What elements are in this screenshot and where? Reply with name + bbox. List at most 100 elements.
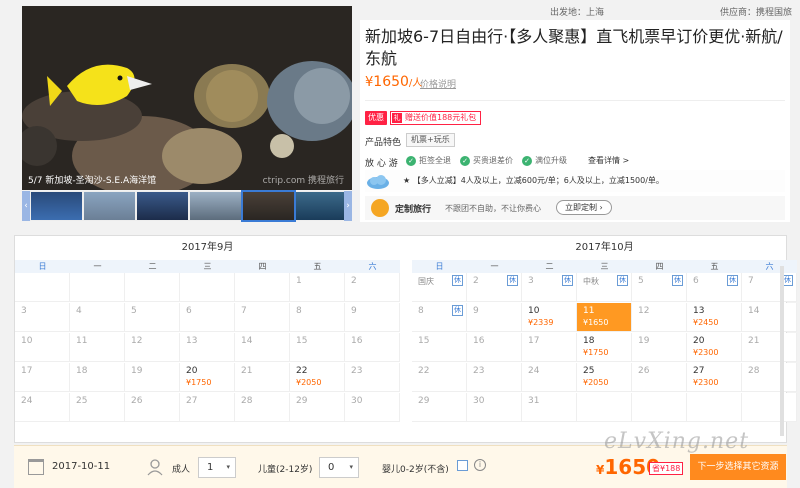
day-number: 24 [528,366,540,376]
calendar-day[interactable]: 22 ¥2050 [290,363,345,392]
gift-icon: 礼 [392,113,402,123]
multi-person-promo: ★ 【多人立减】4人及以上，立减600元/单；6人及以上，立减1500/单。 [365,170,785,192]
month-title: 2017年10月 [575,242,634,253]
child-count-value: 0 [328,462,335,473]
calendar-day[interactable]: 25 ¥2050 [577,363,632,392]
calendar-day [632,393,687,422]
calendar-day[interactable]: 20 ¥2300 [687,333,742,362]
infant-checkbox[interactable] [457,460,468,471]
thumbnail-3[interactable] [137,192,188,220]
check-icon: ✓ [522,156,532,166]
day-number: 17 [21,366,33,376]
thumbnail-4[interactable] [190,192,241,220]
calendar-day: 中秋 休 [577,273,632,302]
calendar-month-sep: 2017年9月 日一二三四五六 1 2 3 4 5 6 7 8 9 10 11 12 13 14 15 16 1… [15,236,400,442]
day-number: 17 [528,336,540,346]
calendar-day: 30 [345,393,400,422]
weekday-label: 三 [600,262,609,271]
calendar-day [180,273,235,302]
calendar-day: 19 [125,363,180,392]
next-step-button[interactable]: 下一步选择其它资源 [690,454,786,480]
thumbnail-1[interactable] [31,192,82,220]
day-number: 2 [351,276,357,286]
day-number: 14 [748,306,760,316]
calendar-day: 23 [467,363,522,392]
calendar-day: 21 [235,363,290,392]
day-number: 16 [351,336,363,346]
rest-day-badge: 休 [672,275,683,286]
calendar-day: 17 [522,333,577,362]
day-number: 27 [693,366,705,376]
day-number: 27 [186,396,198,406]
day-number: 19 [638,336,650,346]
calendar-day: 30 [467,393,522,422]
calendar-day[interactable]: 13 ¥2450 [687,303,742,332]
child-count-select[interactable]: 0 ▾ [319,457,359,478]
holiday-name: 中秋 [583,277,599,286]
calendar-day[interactable]: 10 ¥2339 [522,303,577,332]
price-explain-link[interactable]: 价格说明 [420,77,456,90]
day-number: 3 [528,276,534,286]
calendar-day: 7 [235,303,290,332]
calendar-day: 14 [742,303,797,332]
weekday-label: 四 [258,262,267,271]
selected-date[interactable]: 2017-10-11 [52,461,110,472]
thumbnail-5[interactable] [241,190,296,222]
custom-tour-icon [371,199,389,217]
thumbnail-6[interactable] [296,192,347,220]
day-number: 13 [693,306,705,316]
guarantee-item: ✓ 买贵退差价 [460,154,513,168]
month-title: 2017年9月 [181,242,234,253]
day-number: 29 [296,396,308,406]
day-number: 18 [76,366,88,376]
calendar-day: 24 [522,363,577,392]
adult-count-select[interactable]: 1 ▾ [198,457,236,478]
chevron-down-icon: ▾ [349,463,353,471]
day-number: 6 [693,276,699,286]
thumb-next-button[interactable]: › [344,191,352,221]
weekday-label: 四 [655,262,664,271]
calendar-day: 22 [412,363,467,392]
calendar-day: 13 [180,333,235,362]
thumbnail-strip: ‹ › [22,190,352,222]
calendar-day[interactable]: 18 ¥1750 [577,333,632,362]
day-grid: 国庆休 2 休 3 休中秋休 5 休 6 休 7 休 8 休 9 10 ¥2339 11 ¥1650 12 13 ¥24… [412,273,797,423]
calendar-scrollbar[interactable] [780,266,784,436]
gift-badge[interactable]: 礼赠送价值188元礼包 [390,111,482,125]
feature-label: 产品特色 [365,138,402,148]
day-number: 23 [473,366,485,376]
calendar-day[interactable]: 20 ¥1750 [180,363,235,392]
calendar-day: 5 [125,303,180,332]
divider [365,100,785,101]
feature-chip: 机票+玩乐 [406,133,455,147]
calendar-day: 24 [15,393,70,422]
person-icon [147,459,163,476]
calendar-day: 10 [15,333,70,362]
thumbnail-2[interactable] [84,192,135,220]
calendar-day[interactable]: 11 ¥1650 [577,303,632,332]
product-main-photo[interactable]: 5/7 新加坡-圣淘沙-S.E.A海洋馆 ctrip.com 携程旅行 [22,6,352,190]
custom-tour-title: 定制旅行 [395,205,432,215]
photo-caption: 5/7 新加坡-圣淘沙-S.E.A海洋馆 [28,176,157,186]
day-number: 26 [131,396,143,406]
weekday-label: 五 [313,262,322,271]
day-price: ¥1750 [583,348,609,357]
holiday-name: 国庆 [418,277,434,286]
calendar-icon [28,459,44,475]
calendar-day: 26 [125,393,180,422]
calendar-day: 国庆 休 [412,273,467,302]
calendar-day[interactable]: 27 ¥2300 [687,363,742,392]
rest-day-badge: 休 [452,305,463,316]
price-value: 1650 [373,74,409,90]
day-number: 8 [418,306,424,316]
guarantee-item: ✓ 满位升级 [522,154,567,168]
day-number: 22 [296,366,308,376]
thumb-prev-button[interactable]: ‹ [22,191,30,221]
day-number: 5 [638,276,644,286]
view-details-link[interactable]: 查看详情 > [588,154,629,168]
custom-tour-button[interactable]: 立即定制 › [556,200,612,215]
calendar-day: 15 [290,333,345,362]
booking-bar: eLvXing.net 2017-10-11 成人 1 ▾ 儿童(2-12岁) … [14,429,787,488]
day-number: 29 [418,396,430,406]
info-icon[interactable]: i [474,459,486,471]
